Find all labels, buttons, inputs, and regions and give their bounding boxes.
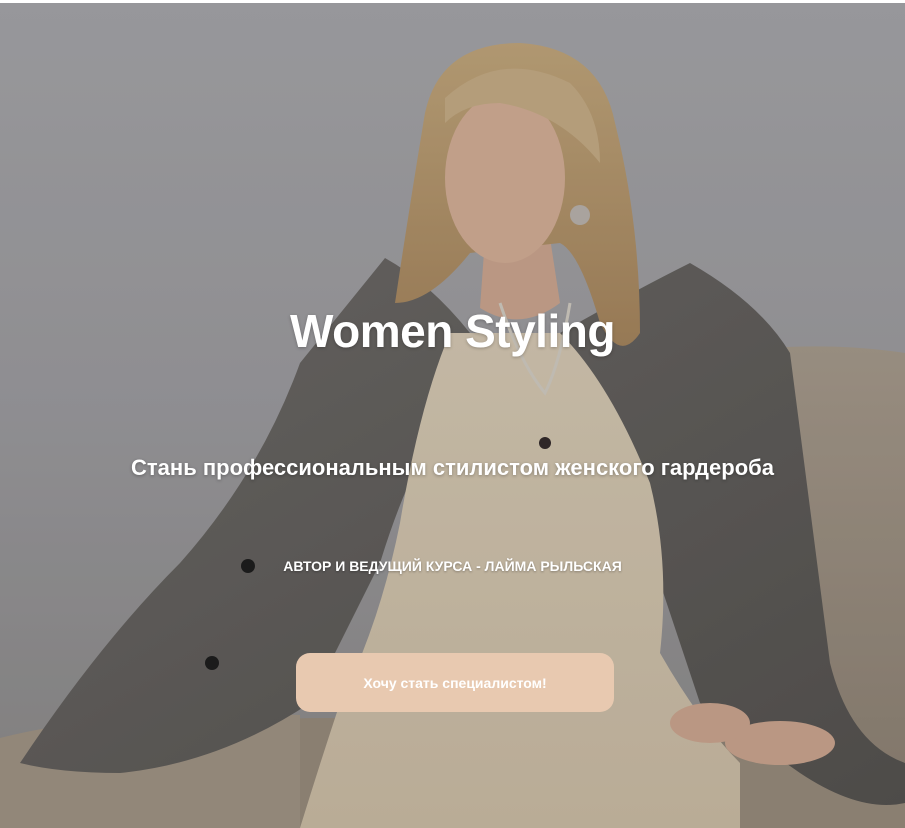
hero-author-line: АВТОР И ВЕДУЩИЙ КУРСА - ЛАЙМА РЫЛЬСКАЯ [283, 558, 622, 574]
hero-title: Women Styling [290, 305, 615, 357]
hero-subtitle: Стань профессиональным стилистом женског… [131, 455, 774, 480]
cta-button[interactable]: Хочу стать специалистом! [296, 653, 614, 712]
hero-section: Women Styling Стань профессиональным сти… [0, 3, 905, 828]
